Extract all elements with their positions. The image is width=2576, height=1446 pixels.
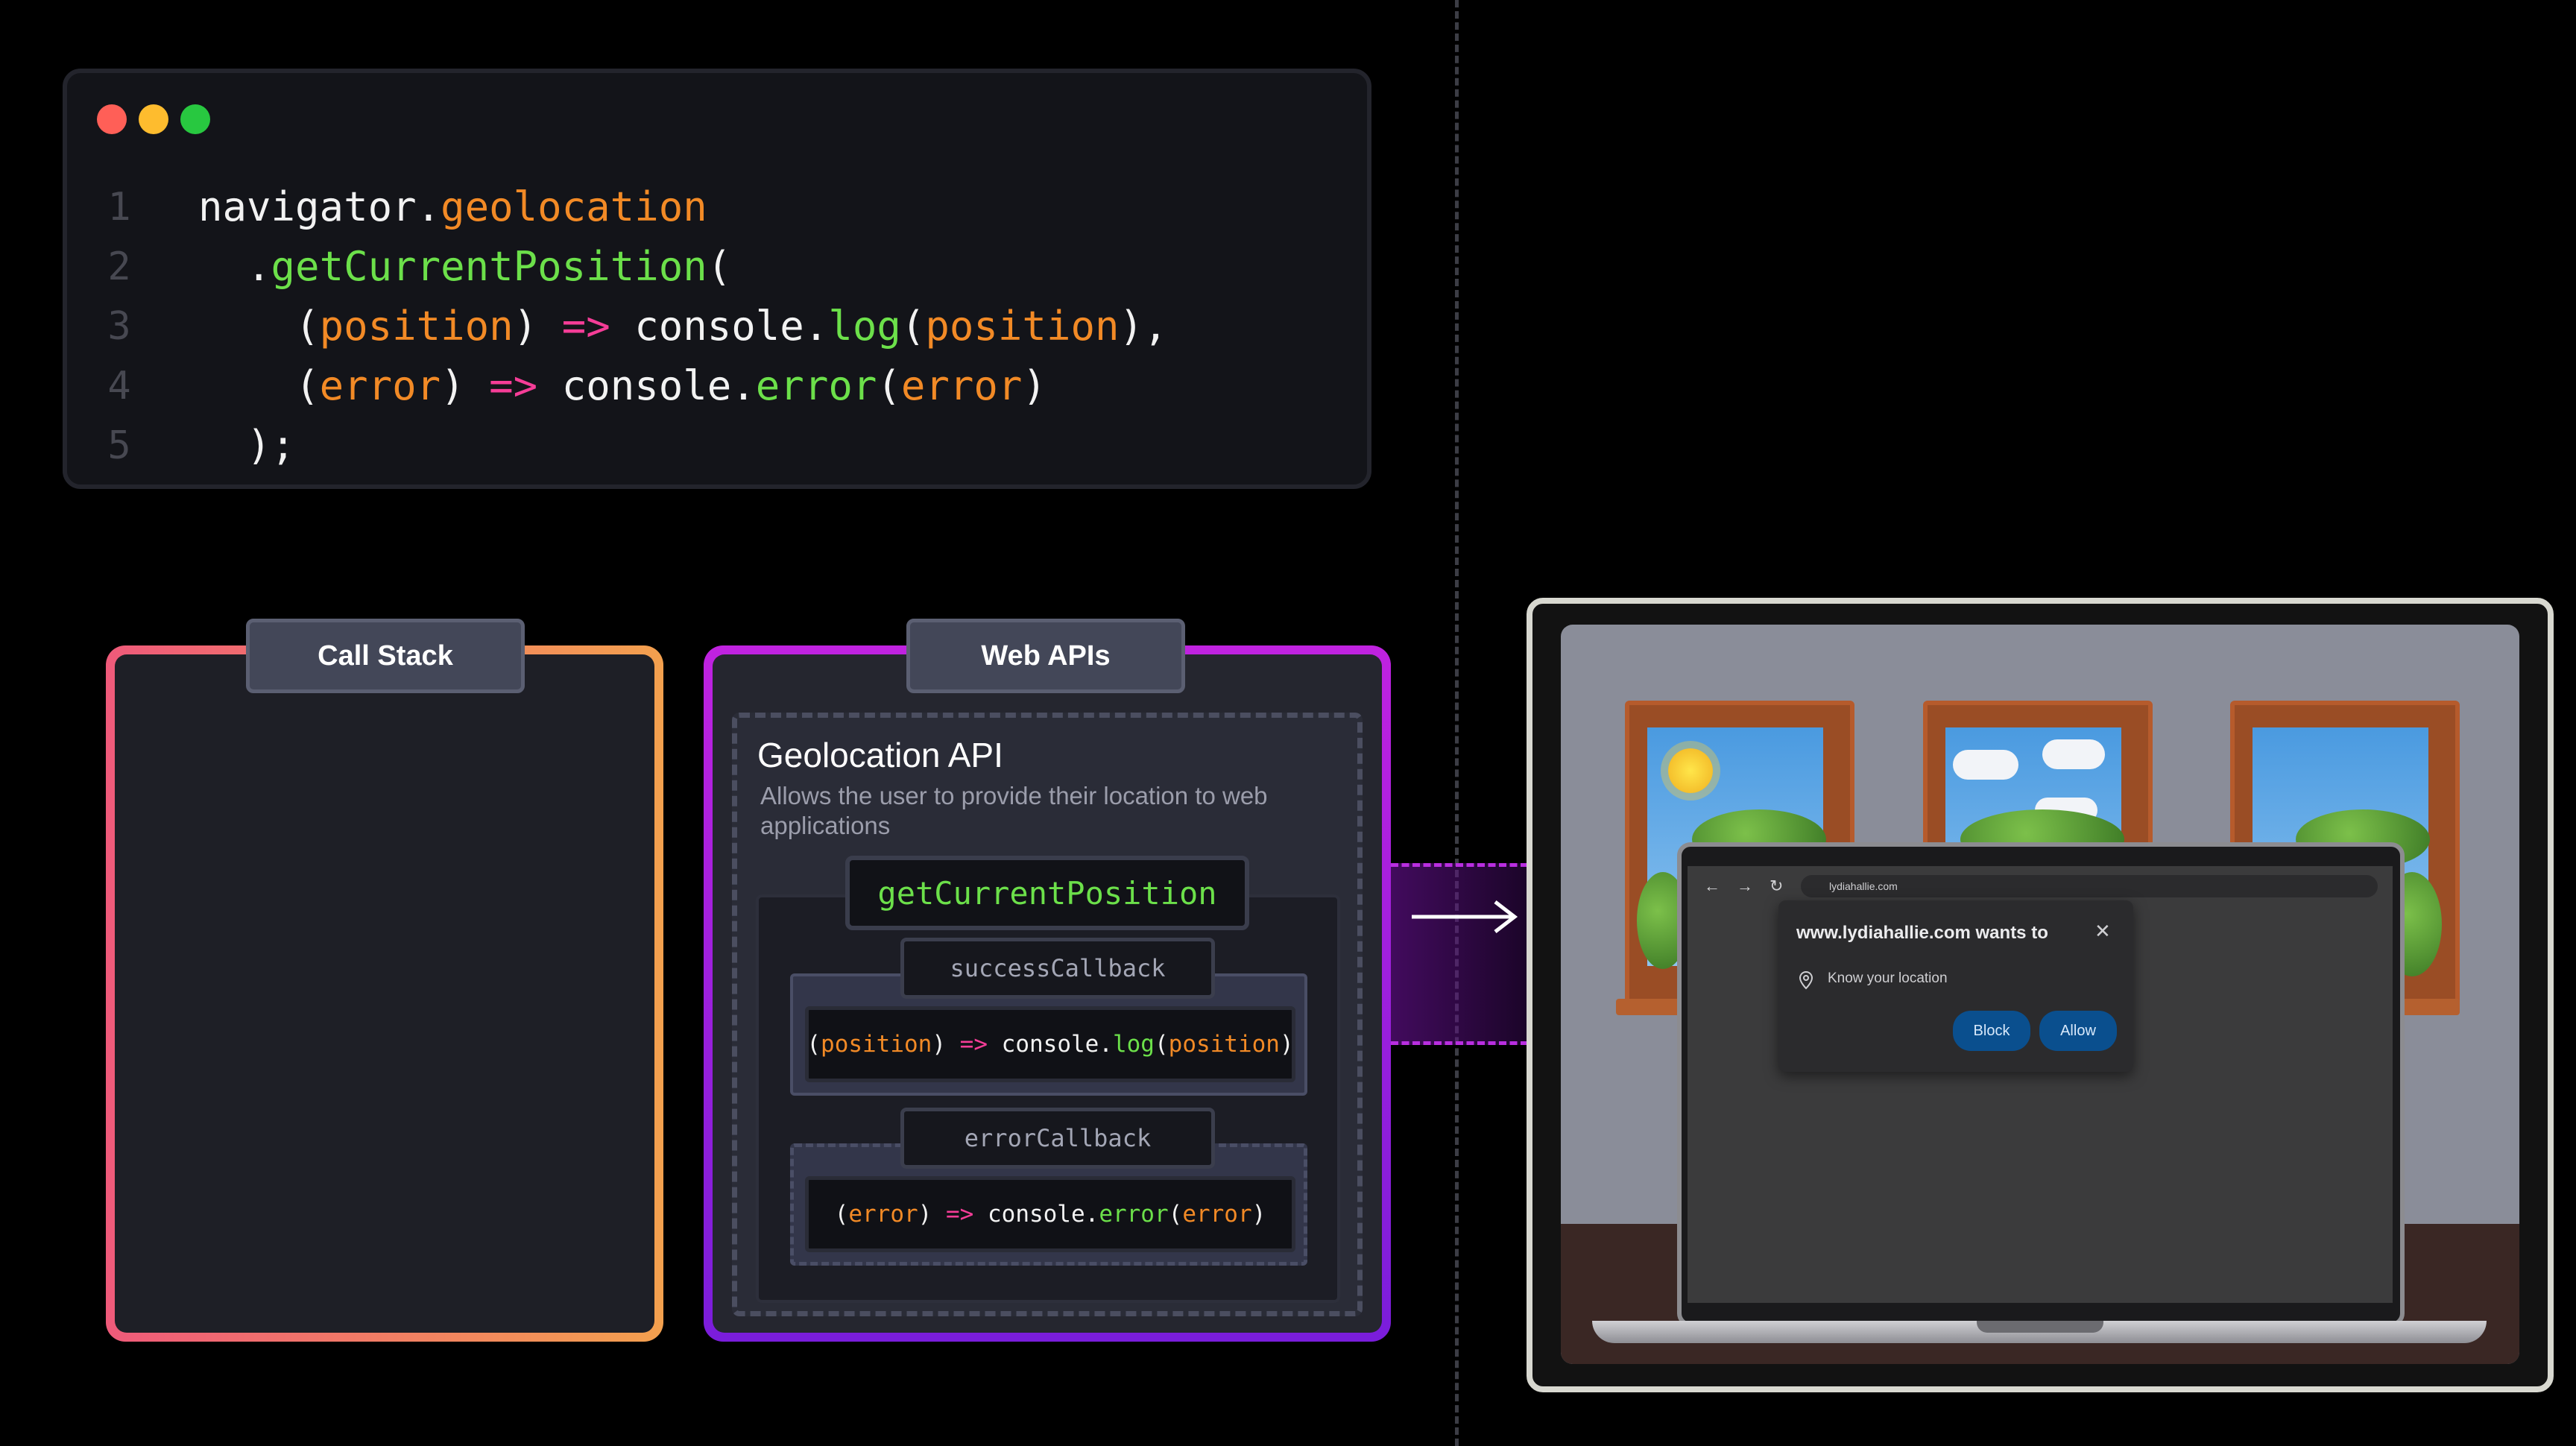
call-stack-body — [115, 654, 654, 1333]
code-text: (error) => console.error(error) — [198, 362, 1046, 409]
web-apis-title: Web APIs — [906, 619, 1185, 693]
close-window-dot — [97, 104, 127, 134]
geolocation-api-description: Allows the user to provide their locatio… — [760, 782, 1268, 839]
success-callback-label: successCallback — [900, 938, 1215, 999]
block-button[interactable]: Block — [1953, 1011, 2030, 1051]
success-callback-code: (position) => console. log(position) — [805, 1006, 1295, 1082]
cloud-icon — [2042, 739, 2105, 769]
line-number: 3 — [107, 304, 131, 349]
reload-icon[interactable]: ↻ — [1770, 875, 1783, 897]
permission-description: Know your location — [1828, 970, 1948, 986]
code-window: 1 navigator.geolocation 2 .getCurrentPosit… — [63, 69, 1371, 489]
code-text: navigator.geolocation — [198, 183, 707, 230]
call-stack-panel — [106, 645, 663, 1342]
error-callback-label: errorCallback — [900, 1108, 1215, 1169]
close-icon[interactable]: ✕ — [2094, 920, 2111, 943]
line-number: 2 — [107, 244, 131, 289]
line-number: 5 — [107, 423, 131, 468]
cloud-icon — [1953, 750, 2018, 780]
location-pin-icon — [1799, 970, 1813, 990]
address-bar-url: lydiahallie.com — [1829, 880, 1898, 892]
forward-icon[interactable]: → — [1737, 875, 1753, 897]
maximize-window-dot — [180, 104, 210, 134]
geolocation-api-title: Geolocation API — [757, 736, 1003, 774]
address-bar[interactable]: lydiahallie.com — [1801, 875, 2378, 897]
arrow-right-icon — [1412, 900, 1518, 933]
sun-icon — [1668, 748, 1713, 793]
code-text: .getCurrentPosition( — [198, 243, 732, 290]
get-current-position-label: getCurrentPosition — [845, 856, 1249, 930]
back-icon[interactable]: ← — [1704, 875, 1720, 897]
code-text: (position) => console.log(position), — [198, 303, 1168, 350]
line-number: 4 — [107, 364, 131, 408]
laptop-notch — [1977, 1321, 2103, 1333]
allow-button[interactable]: Allow — [2039, 1011, 2117, 1051]
error-callback-code: (error) => console. error(error) — [805, 1176, 1295, 1252]
section-divider — [1455, 0, 1459, 1446]
api-to-browser-connector — [1391, 863, 1528, 1045]
call-stack-title: Call Stack — [246, 619, 525, 693]
minimize-window-dot — [139, 104, 168, 134]
permission-dialog-title: www.lydiahallie.com wants to — [1796, 923, 2048, 943]
code-text: ); — [198, 422, 296, 469]
line-number: 1 — [107, 185, 131, 230]
